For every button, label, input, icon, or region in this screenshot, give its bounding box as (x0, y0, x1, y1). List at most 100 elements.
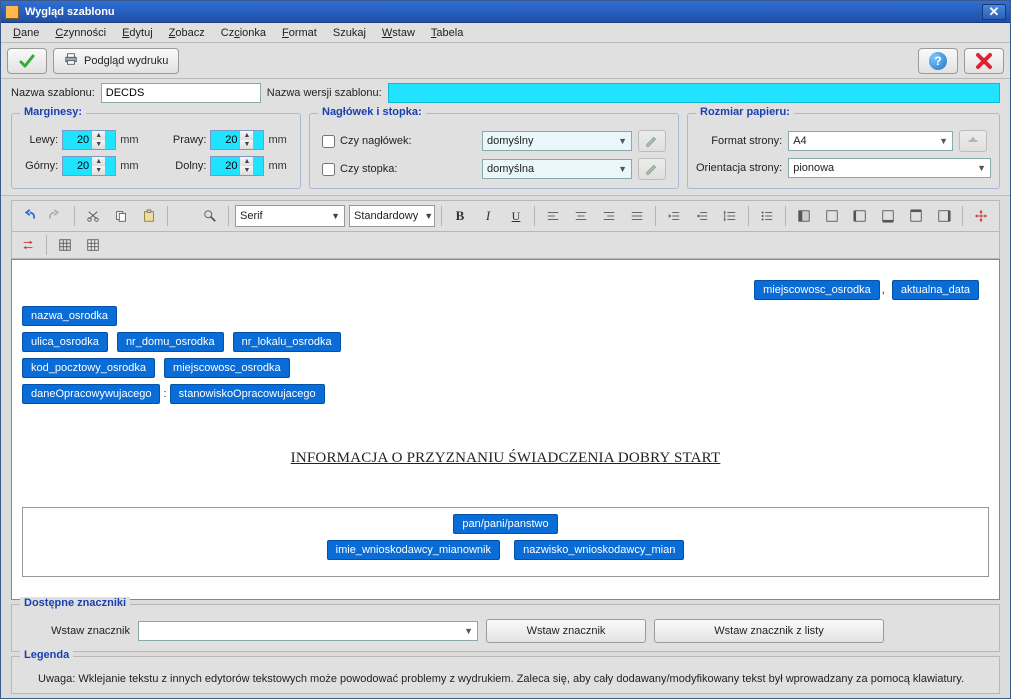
swap-button[interactable] (16, 234, 40, 256)
border-5-button[interactable] (904, 205, 928, 227)
border-4-button[interactable] (876, 205, 900, 227)
margin-bottom-stepper[interactable]: ▲▼ (210, 156, 264, 176)
help-button[interactable]: ? (918, 48, 958, 74)
token-person[interactable]: daneOpracowywujacego (22, 384, 160, 404)
move-button[interactable] (969, 205, 993, 227)
border-2-button[interactable] (820, 205, 844, 227)
list-bullet-button[interactable] (755, 205, 779, 227)
table-grid2-button[interactable] (81, 234, 105, 256)
underline-button[interactable]: U (504, 205, 528, 227)
margin-top-label: Górny: (20, 160, 58, 172)
header-checkbox[interactable] (322, 135, 335, 148)
font-style-select[interactable]: Standardowy▼ (349, 205, 435, 227)
table-grid-button[interactable] (53, 234, 77, 256)
token-flat[interactable]: nr_lokalu_osrodka (233, 332, 341, 352)
footer-edit-button[interactable] (638, 158, 666, 180)
template-name-label: Nazwa szablonu: (11, 87, 95, 99)
close-button[interactable] (964, 48, 1004, 74)
header-select[interactable]: domyślny▼ (482, 131, 632, 151)
paper-legend: Rozmiar papieru: (696, 106, 794, 118)
border-6-button[interactable] (932, 205, 956, 227)
legend-panel: Legenda Uwaga: Wklejanie tekstu z innych… (11, 656, 1000, 694)
insert-tag-button[interactable]: Wstaw znacznik (486, 619, 646, 643)
token-firstname[interactable]: imie_wnioskodawcy_mianownik (327, 540, 500, 560)
settings-row: Marginesy: Lewy: ▲▼ mm Prawy: ▲▼ mm Górn… (1, 107, 1010, 196)
token-street[interactable]: ulica_osrodka (22, 332, 108, 352)
print-preview-label: Podgląd wydruku (84, 55, 168, 67)
font-family-select[interactable]: Serif▼ (235, 205, 345, 227)
header-footer-group: Nagłówek i stopka: Czy nagłówek: domyśln… (309, 113, 679, 189)
pencil-icon (645, 162, 659, 176)
menu-czcionka[interactable]: Czcionka (215, 25, 272, 41)
indent-decrease-button[interactable] (662, 205, 686, 227)
align-right-button[interactable] (597, 205, 621, 227)
insert-tag-from-list-button[interactable]: Wstaw znacznik z listy (654, 619, 884, 643)
document-title: INFORMACJA O PRZYZNANIU ŚWIADCZENIA DOBR… (22, 416, 989, 487)
token-lastname[interactable]: nazwisko_wnioskodawcy_mian (514, 540, 684, 560)
indent-increase-button[interactable] (690, 205, 714, 227)
margin-right-stepper[interactable]: ▲▼ (210, 130, 264, 150)
token-zip[interactable]: kod_pocztowy_osrodka (22, 358, 155, 378)
window-close-button[interactable]: ✕ (982, 4, 1006, 20)
copy-button[interactable] (109, 205, 133, 227)
editor-toolbar: Serif▼ Standardowy▼ B I U (11, 200, 1000, 232)
page-format-extra-button[interactable] (959, 130, 987, 152)
margin-bottom-label: Dolny: (168, 160, 207, 172)
menu-format[interactable]: Format (276, 25, 323, 41)
token-place[interactable]: miejscowosc_osrodka (754, 280, 880, 300)
editor-scroll[interactable]: miejscowosc_osrodka, aktualna_data nazwa… (12, 260, 999, 599)
menu-tabela[interactable]: Tabela (425, 25, 469, 41)
margin-right-label: Prawy: (168, 134, 207, 146)
menu-zobacz[interactable]: Zobacz (163, 25, 211, 41)
menu-edytuj[interactable]: Edytuj (116, 25, 159, 41)
insert-tag-select[interactable]: ▼ (138, 621, 478, 641)
editor-toolbar-row2 (11, 232, 1000, 259)
token-house[interactable]: nr_domu_osrodka (117, 332, 224, 352)
footer-label: Czy stopka: (340, 163, 476, 175)
menu-szukaj[interactable]: Szukaj (327, 25, 372, 41)
footer-select[interactable]: domyślna▼ (482, 159, 632, 179)
template-version-input[interactable] (388, 83, 1000, 103)
line-spacing-button[interactable] (718, 205, 742, 227)
page-orientation-label: Orientacja strony: (696, 162, 782, 174)
redo-button[interactable] (44, 205, 68, 227)
margin-left-stepper[interactable]: ▲▼ (62, 130, 116, 150)
menubar: Dane Czynności Edytuj Zobacz Czcionka Fo… (1, 23, 1010, 43)
accept-button[interactable] (7, 48, 47, 74)
paper-size-group: Rozmiar papieru: Format strony: A4▼ Orie… (687, 113, 1000, 189)
align-justify-button[interactable] (625, 205, 649, 227)
align-center-button[interactable] (569, 205, 593, 227)
menu-wstaw[interactable]: Wstaw (376, 25, 421, 41)
pencil-icon (645, 134, 659, 148)
token-city[interactable]: miejscowosc_osrodka (164, 358, 290, 378)
token-org-name[interactable]: nazwa_osrodka (22, 306, 117, 326)
insert-tag-label: Wstaw znacznik (20, 625, 130, 637)
cut-button[interactable] (81, 205, 105, 227)
template-name-input[interactable] (101, 83, 261, 103)
border-3-button[interactable] (848, 205, 872, 227)
margin-left-label: Lewy: (20, 134, 58, 146)
token-position[interactable]: stanowiskoOpracowujacego (170, 384, 325, 404)
margin-top-stepper[interactable]: ▲▼ (62, 156, 116, 176)
template-appearance-window: Wygląd szablonu ✕ Dane Czynności Edytuj … (0, 0, 1011, 699)
align-left-button[interactable] (541, 205, 565, 227)
undo-button[interactable] (16, 205, 40, 227)
page-orientation-select[interactable]: pionowa▼ (788, 158, 991, 178)
zoom-button[interactable] (198, 205, 222, 227)
italic-button[interactable]: I (476, 205, 500, 227)
header-footer-legend: Nagłówek i stopka: (318, 106, 426, 118)
help-icon: ? (929, 52, 947, 70)
page-format-select[interactable]: A4▼ (788, 131, 953, 151)
bold-button[interactable]: B (448, 205, 472, 227)
token-date[interactable]: aktualna_data (892, 280, 979, 300)
token-salutation[interactable]: pan/pani/panstwo (453, 514, 557, 534)
print-preview-button[interactable]: Podgląd wydruku (53, 48, 179, 74)
menu-dane[interactable]: Dane (7, 25, 45, 41)
paste-button[interactable] (137, 205, 161, 227)
available-tags-legend: Dostępne znaczniki (20, 597, 130, 609)
border-1-button[interactable] (792, 205, 816, 227)
header-edit-button[interactable] (638, 130, 666, 152)
menu-czynnosci[interactable]: Czynności (49, 25, 112, 41)
addressee-frame: pan/pani/panstwo imie_wnioskodawcy_miano… (22, 507, 989, 577)
footer-checkbox[interactable] (322, 163, 335, 176)
